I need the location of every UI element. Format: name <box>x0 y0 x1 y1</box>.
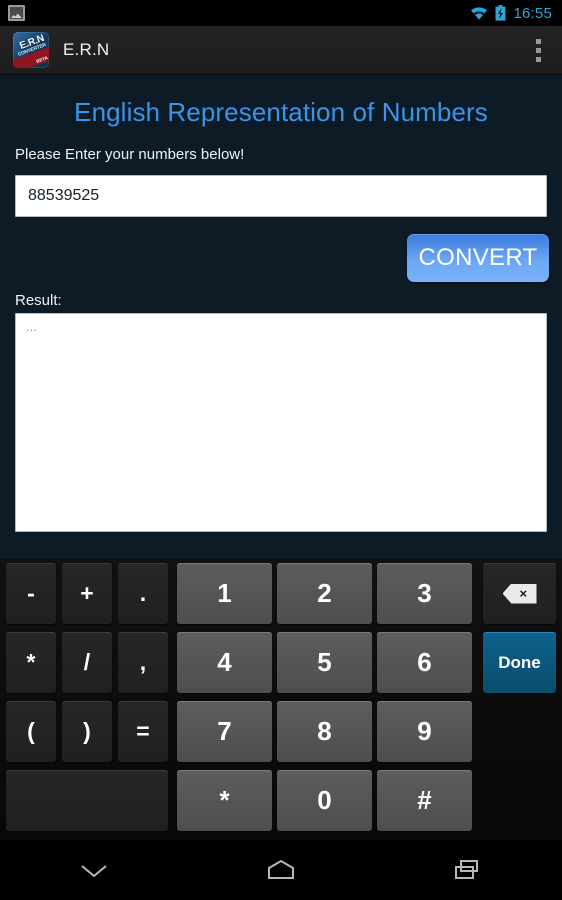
key-label: Done <box>498 652 541 672</box>
app-content: English Representation of Numbers Please… <box>0 75 562 559</box>
key-label: , <box>139 649 147 675</box>
home-button[interactable] <box>187 840 374 900</box>
key-paren-close[interactable]: ) <box>62 701 112 762</box>
key-label: * <box>219 785 230 815</box>
overflow-dot <box>535 56 541 62</box>
key-3[interactable]: 3 <box>377 563 472 624</box>
status-bar-clock: 16:55 <box>513 4 552 22</box>
result-output[interactable]: ... <box>15 313 547 532</box>
keyboard-row: () = 7 8 9 <box>0 697 562 766</box>
status-bar-system-icons: 16:55 <box>470 5 552 22</box>
key-9[interactable]: 9 <box>377 701 472 762</box>
battery-charging-icon <box>495 5 506 21</box>
key-label: 1 <box>217 578 232 608</box>
backspace-icon: × <box>502 583 537 604</box>
key-label: . <box>139 580 147 606</box>
key-5[interactable]: 5 <box>277 632 372 693</box>
overflow-dot <box>535 47 541 53</box>
key-label: + <box>80 580 94 606</box>
key-label: 8 <box>317 716 332 746</box>
key-backspace[interactable]: × <box>483 563 556 624</box>
key-label: 7 <box>217 716 232 746</box>
home-icon <box>267 859 294 879</box>
key-label: / <box>83 649 91 675</box>
key-label: 4 <box>217 647 232 677</box>
key-period[interactable]: . <box>118 563 168 624</box>
key-label: ( <box>27 718 35 744</box>
hide-keyboard-button[interactable] <box>0 840 187 900</box>
keyboard-row: * 0 # <box>0 766 562 835</box>
overflow-dot <box>535 38 541 44</box>
ern-app-icon: E.R.N CONVERTER BETA <box>13 32 49 68</box>
key-slash[interactable]: / <box>62 632 112 693</box>
page-title: E.R.N <box>63 40 110 59</box>
status-bar: 16:55 <box>0 0 562 26</box>
key-label: 2 <box>317 578 332 608</box>
convert-button[interactable]: CONVERT <box>407 234 549 282</box>
key-label: # <box>417 785 432 815</box>
screenshot-icon <box>8 5 25 21</box>
key-paren-open[interactable]: ( <box>6 701 56 762</box>
keyboard-row: - +. 1 2 3 × <box>0 559 562 628</box>
wifi-icon <box>471 7 488 20</box>
key-label: 5 <box>317 647 332 677</box>
hide-keyboard-chevron-icon <box>81 865 107 878</box>
key-label: 0 <box>317 785 332 815</box>
key-asterisk-left[interactable]: * <box>6 632 56 693</box>
key-blank-wide[interactable] <box>6 770 168 831</box>
app-heading: English Representation of Numbers <box>74 97 488 127</box>
key-7[interactable]: 7 <box>177 701 272 762</box>
key-2[interactable]: 2 <box>277 563 372 624</box>
result-label: Result: <box>15 292 62 309</box>
key-8[interactable]: 8 <box>277 701 372 762</box>
key-0[interactable]: 0 <box>277 770 372 831</box>
number-input-value: 88539525 <box>28 187 100 204</box>
number-input[interactable]: 88539525 <box>15 175 547 217</box>
android-screen: 16:55 E.R.N CONVERTER BETA E.R.N English… <box>0 0 562 900</box>
key-plus[interactable]: + <box>62 563 112 624</box>
status-bar-notifications <box>8 5 25 21</box>
key-comma[interactable]: , <box>118 632 168 693</box>
key-label: - <box>27 580 35 606</box>
on-screen-keyboard: - +. 1 2 3 × * /, 4 5 6 Done () = 7 8 9 * 0 # <box>0 559 562 840</box>
convert-button-row: CONVERT <box>0 217 562 282</box>
overflow-menu-icon[interactable] <box>522 30 554 70</box>
recent-apps-button[interactable] <box>375 840 562 900</box>
key-label: * <box>26 649 36 675</box>
key-label: 6 <box>417 647 432 677</box>
key-4[interactable]: 4 <box>177 632 272 693</box>
key-label: ) <box>83 718 91 744</box>
key-minus[interactable]: - <box>6 563 56 624</box>
key-label: = <box>136 718 150 744</box>
key-label: 3 <box>417 578 432 608</box>
key-equals[interactable]: = <box>118 701 168 762</box>
action-bar: E.R.N CONVERTER BETA E.R.N <box>0 26 562 75</box>
key-done[interactable]: Done <box>483 632 556 693</box>
keyboard-row: * /, 4 5 6 Done <box>0 628 562 697</box>
key-label: 9 <box>417 716 432 746</box>
key-asterisk[interactable]: * <box>177 770 272 831</box>
input-instructions: Please Enter your numbers below! <box>15 146 245 163</box>
navigation-bar <box>0 840 562 900</box>
key-6[interactable]: 6 <box>377 632 472 693</box>
recent-apps-icon <box>455 860 479 879</box>
key-hash[interactable]: # <box>377 770 472 831</box>
key-1[interactable]: 1 <box>177 563 272 624</box>
